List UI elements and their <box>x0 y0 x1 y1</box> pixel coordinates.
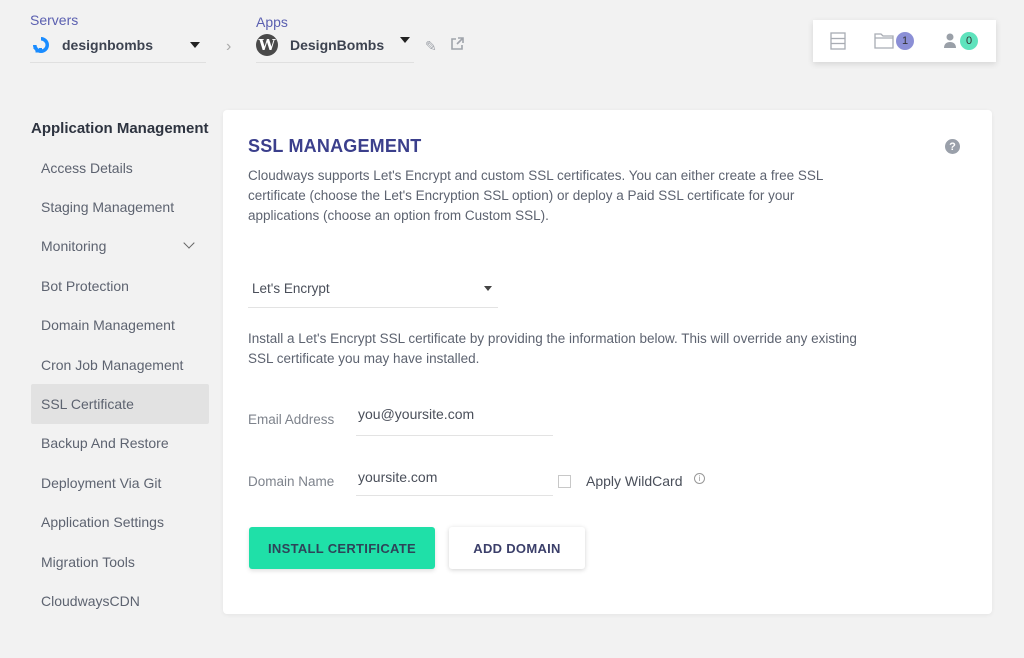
caret-down-icon <box>190 42 200 48</box>
app-management-sidebar: Application Management Access Details St… <box>31 120 209 621</box>
servers-label: Servers <box>30 12 79 28</box>
sidebar-item-label: Access Details <box>41 159 133 176</box>
caret-down-icon <box>400 37 410 43</box>
projects-folder-icon[interactable] <box>874 32 894 54</box>
sidebar-item-label: Domain Management <box>41 317 175 334</box>
domain-label: Domain Name <box>248 474 335 489</box>
sidebar-item-monitoring[interactable]: Monitoring <box>31 227 209 266</box>
ssl-type-select[interactable]: Let's Encrypt <box>248 270 498 308</box>
sidebar-item-label: CloudwaysCDN <box>41 592 140 609</box>
servers-list-icon[interactable] <box>830 32 846 55</box>
apps-label: Apps <box>256 14 288 30</box>
sidebar-item-label: Deployment Via Git <box>41 474 162 491</box>
sidebar-item-label: Staging Management <box>41 199 175 216</box>
status-panel: 1 0 <box>813 20 996 62</box>
team-user-icon[interactable] <box>943 32 957 54</box>
wordpress-logo-icon: W <box>256 34 278 56</box>
sidebar-item-label: Cron Job Management <box>41 356 184 373</box>
app-name: DesignBombs <box>290 37 385 53</box>
caret-down-icon <box>484 286 492 291</box>
digitalocean-logo-icon <box>33 37 49 53</box>
sidebar-item-cron-job-management[interactable]: Cron Job Management <box>31 345 209 384</box>
sidebar-item-ssl-certificate[interactable]: SSL Certificate <box>31 384 209 424</box>
domain-name-field[interactable]: yoursite.com <box>356 469 553 496</box>
sidebar-item-access-details[interactable]: Access Details <box>31 148 209 187</box>
sidebar-item-application-settings[interactable]: Application Settings <box>31 503 209 542</box>
email-value: you@yoursite.com <box>358 406 475 422</box>
apply-wildcard-checkbox[interactable] <box>558 475 571 488</box>
sidebar-item-migration-tools[interactable]: Migration Tools <box>31 542 209 581</box>
sidebar-item-deployment-via-git[interactable]: Deployment Via Git <box>31 463 209 502</box>
ssl-management-panel: SSL MANAGEMENT ? Cloudways supports Let'… <box>223 110 992 614</box>
apply-wildcard-label: Apply WildCard <box>586 473 683 489</box>
email-field[interactable]: you@yoursite.com <box>356 406 553 436</box>
sidebar-item-label: Application Settings <box>41 514 164 531</box>
install-note-text: Install a Let's Encrypt SSL certificate … <box>248 331 857 366</box>
sidebar-item-label: SSL Certificate <box>41 396 134 413</box>
servers-selector-group: Servers designbombs <box>30 12 206 63</box>
sidebar-item-bot-protection[interactable]: Bot Protection <box>31 266 209 305</box>
sidebar-item-cloudwayscdn[interactable]: CloudwaysCDN <box>31 581 209 620</box>
external-link-icon[interactable] <box>450 37 464 54</box>
projects-count-badge: 1 <box>896 32 914 50</box>
help-question-icon[interactable]: ? <box>945 139 960 154</box>
sidebar-item-domain-management[interactable]: Domain Management <box>31 306 209 345</box>
app-dropdown[interactable]: W DesignBombs <box>256 34 414 63</box>
server-dropdown[interactable]: designbombs <box>30 34 206 63</box>
add-domain-button[interactable]: ADD DOMAIN <box>449 527 585 569</box>
sidebar-item-staging-management[interactable]: Staging Management <box>31 187 209 226</box>
sidebar-item-label: Migration Tools <box>41 553 135 570</box>
sidebar-item-label: Bot Protection <box>41 277 129 294</box>
chevron-down-icon[interactable] <box>183 237 195 249</box>
server-name: designbombs <box>62 37 154 53</box>
sidebar-title: Application Management <box>31 120 209 137</box>
apps-selector-group: Apps W DesignBombs <box>256 14 414 63</box>
chevron-right-icon: › <box>226 38 232 55</box>
page-title: SSL MANAGEMENT <box>248 136 422 156</box>
email-label: Email Address <box>248 412 335 427</box>
sidebar-item-backup-and-restore[interactable]: Backup And Restore <box>31 424 209 463</box>
info-icon[interactable]: i <box>694 473 705 484</box>
domain-value: yoursite.com <box>358 469 438 485</box>
sidebar-item-label: Monitoring <box>41 238 107 255</box>
team-count-badge: 0 <box>960 32 978 50</box>
ssl-type-value: Let's Encrypt <box>252 281 330 296</box>
sidebar-item-label: Backup And Restore <box>41 435 169 452</box>
intro-text: Cloudways supports Let's Encrypt and cus… <box>248 168 823 223</box>
install-certificate-button[interactable]: INSTALL CERTIFICATE <box>249 527 435 569</box>
edit-pencil-icon[interactable]: ✎ <box>425 38 437 55</box>
